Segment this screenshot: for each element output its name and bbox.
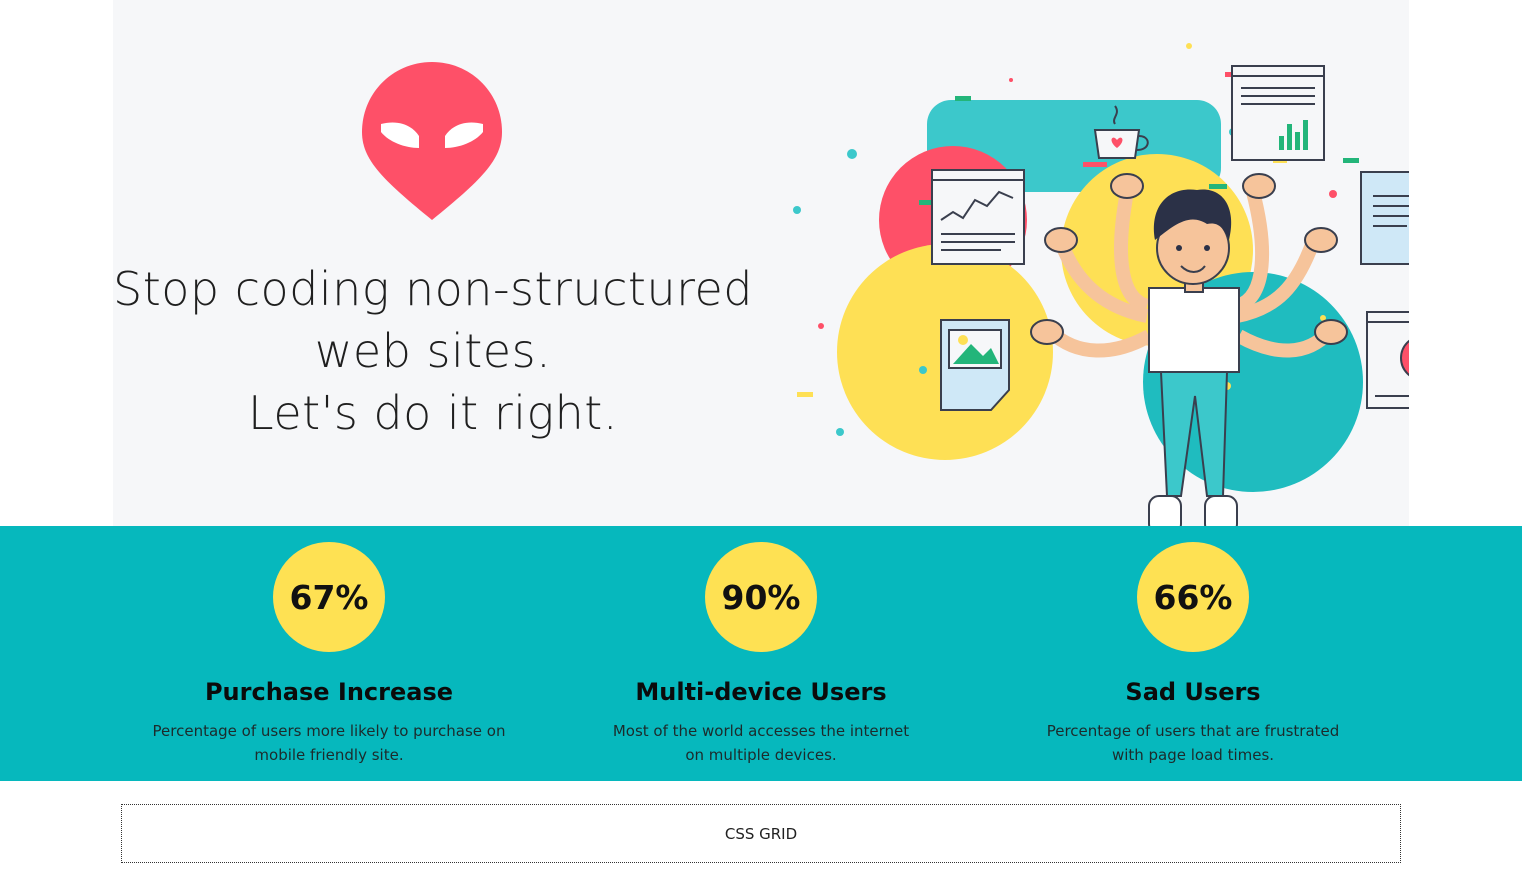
hero-section: Stop coding non-structured web sites. Le… (113, 0, 1409, 535)
stat-value-badge: 66% (1137, 542, 1249, 652)
stat-description: Most of the world accesses the internet … (612, 722, 910, 764)
stat-description: Percentage of users that are frustrated … (1046, 722, 1340, 764)
stat-description: Percentage of users more likely to purch… (152, 722, 506, 764)
stat-title: Purchase Increase (204, 678, 454, 706)
headline-line-3: Let's do it right. (248, 386, 618, 440)
hero-headline: Stop coding non-structured web sites. Le… (113, 258, 753, 444)
developer-illustration-icon (793, 43, 1409, 535)
css-grid-box: CSS GRID (121, 804, 1401, 863)
alien-logo-icon (362, 62, 502, 220)
stat-title: Sad Users (1125, 678, 1261, 706)
headline-line-1: Stop coding non-structured (113, 262, 753, 316)
stats-section: 67% Purchase Increase Percentage of user… (0, 526, 1522, 781)
stat-title: Multi-device Users (635, 678, 887, 706)
stat-value-badge: 67% (273, 542, 385, 652)
stat-value-badge: 90% (705, 542, 817, 652)
headline-line-2: web sites. (314, 324, 552, 378)
